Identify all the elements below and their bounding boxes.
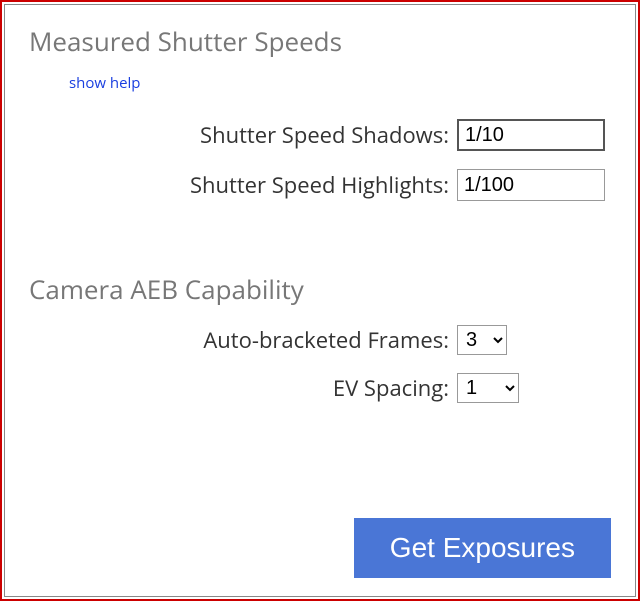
- shadows-label: Shutter Speed Shadows:: [29, 120, 457, 150]
- spacing-label: EV Spacing:: [29, 373, 457, 403]
- frames-row: Auto-bracketed Frames: 3: [29, 325, 611, 355]
- highlights-row: Shutter Speed Highlights:: [29, 169, 611, 201]
- highlights-label: Shutter Speed Highlights:: [29, 170, 457, 200]
- aeb-heading: Camera AEB Capability: [29, 271, 611, 307]
- aeb-frames-select[interactable]: 3: [457, 325, 507, 355]
- aeb-section: Camera AEB Capability Auto-bracketed Fra…: [29, 271, 611, 403]
- outer-frame: Measured Shutter Speeds show help Shutte…: [0, 0, 640, 601]
- shutter-shadows-input[interactable]: [457, 119, 605, 151]
- get-exposures-button[interactable]: Get Exposures: [354, 518, 611, 578]
- shadows-row: Shutter Speed Shadows:: [29, 119, 611, 151]
- ev-spacing-select[interactable]: 1: [457, 373, 519, 403]
- form-panel: Measured Shutter Speeds show help Shutte…: [4, 4, 636, 597]
- shutter-highlights-input[interactable]: [457, 169, 605, 201]
- show-help-link[interactable]: show help: [69, 73, 140, 93]
- submit-row: Get Exposures: [354, 518, 611, 578]
- measured-speeds-heading: Measured Shutter Speeds: [29, 23, 611, 59]
- spacing-row: EV Spacing: 1: [29, 373, 611, 403]
- frames-label: Auto-bracketed Frames:: [29, 325, 457, 355]
